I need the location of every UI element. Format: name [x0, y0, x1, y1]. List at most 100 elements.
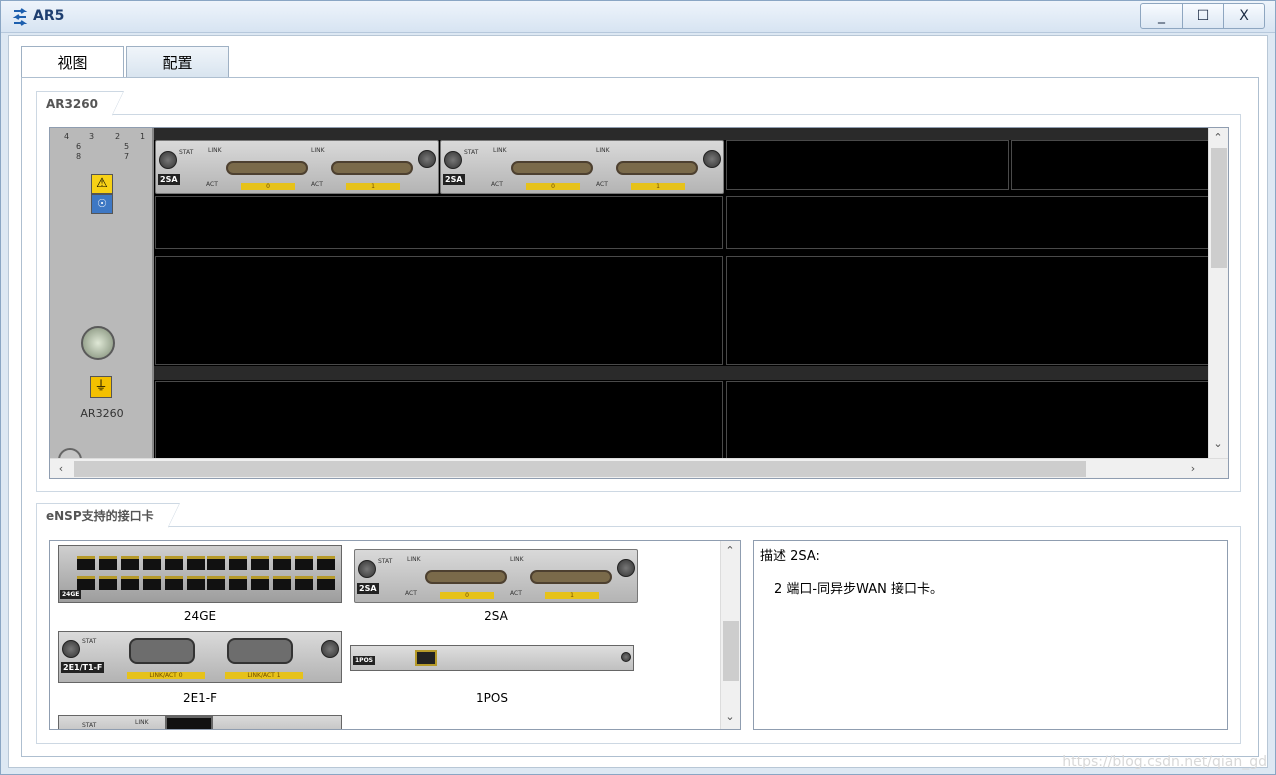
serial-port-1 — [530, 570, 612, 584]
esd-icon: ☉ — [91, 194, 113, 214]
chassis-horizontal-scrollbar[interactable]: ‹ › — [50, 458, 1228, 478]
scroll-down-icon[interactable]: ⌄ — [721, 709, 739, 725]
chassis-group-label: AR3260 — [36, 91, 124, 116]
act-label: ACT — [510, 590, 522, 597]
screw-icon — [62, 640, 80, 658]
chassis-viewport: 4 3 2 1 6 5 8 7 ⚠ ☉ ⏚ AR3260 2SA STAT LI… — [49, 127, 1229, 479]
serial-port-0[interactable] — [511, 161, 593, 175]
card-list-scrollbar[interactable]: ⌃ ⌄ — [720, 541, 740, 729]
pos-port — [415, 650, 437, 666]
window-title: AR5 — [33, 8, 65, 24]
card-tag: 2E1/T1-F — [61, 662, 105, 673]
card-tag: 2SA — [158, 174, 180, 185]
card-list: 24GE 24GE 2SA STAT LINK LINK ACT ACT 0 1… — [49, 540, 741, 730]
empty-slot[interactable] — [726, 381, 1211, 461]
empty-slot[interactable] — [155, 381, 723, 461]
port-label: LINK/ACT 0 — [127, 672, 205, 679]
empty-slot[interactable] — [155, 256, 723, 365]
screw-icon — [703, 150, 721, 168]
tab-config[interactable]: 配置 — [126, 46, 229, 78]
empty-slot[interactable] — [155, 196, 723, 249]
card-tag: 2SA — [443, 174, 465, 185]
stat-label: STAT — [464, 149, 479, 156]
stat-label: STAT — [82, 638, 97, 645]
supported-cards-group: eNSP支持的接口卡 24GE 24GE 2SA STAT LINK LINK … — [36, 503, 1241, 744]
card-description-panel: 描述 2SA: 2 端口-同异步WAN 接口卡。 — [753, 540, 1228, 730]
card-tag: 24GE — [60, 590, 82, 599]
scroll-down-icon[interactable]: ⌄ — [1209, 436, 1227, 452]
port-label: 1 — [631, 183, 685, 190]
screw-icon — [418, 150, 436, 168]
port-label: LINK/ACT 1 — [225, 672, 303, 679]
port-label: 1 — [545, 592, 599, 599]
scroll-left-icon[interactable]: ‹ — [52, 461, 70, 477]
scroll-up-icon[interactable]: ⌃ — [1209, 130, 1227, 146]
tab-strip: 视图 配置 — [21, 46, 231, 78]
config-pane: AR3260 4 3 2 1 6 5 8 7 ⚠ ☉ ⏚ AR3260 2SA … — [21, 77, 1259, 757]
scroll-right-icon[interactable]: › — [1184, 461, 1202, 477]
port-label: 1 — [346, 183, 400, 190]
watermark: https://blog.csdn.net/qian_gd — [1062, 754, 1267, 770]
screw-icon — [159, 151, 177, 169]
scroll-up-icon[interactable]: ⌃ — [721, 543, 739, 559]
port-label: 0 — [241, 183, 295, 190]
title-bar[interactable]: AR5 _ ☐ X — [1, 1, 1275, 33]
chassis-front-panel: 4 3 2 1 6 5 8 7 ⚠ ☉ ⏚ AR3260 — [50, 128, 154, 472]
card-name-2e1-f: 2E1-F — [182, 691, 218, 705]
scroll-thumb[interactable] — [1211, 148, 1227, 268]
chassis-top-rail — [154, 128, 1208, 140]
card-tag: 1POS — [353, 656, 375, 665]
chassis-mid-rail — [154, 366, 1208, 380]
stat-label: STAT — [179, 149, 194, 156]
act-label: ACT — [206, 181, 218, 188]
installed-card-2sa[interactable]: 2SA STAT LINK LINK ACT ACT 0 1 — [155, 140, 439, 194]
minimize-button[interactable]: _ — [1141, 4, 1182, 28]
e1-port-0 — [129, 638, 195, 664]
link-label: LINK — [407, 556, 421, 563]
ground-icon: ⏚ — [90, 376, 112, 398]
serial-port-0[interactable] — [226, 161, 308, 175]
scroll-thumb[interactable] — [723, 621, 739, 681]
screw-icon — [444, 151, 462, 169]
main-content: 视图 配置 AR3260 4 3 2 1 6 5 8 7 ⚠ ☉ ⏚ AR326… — [8, 35, 1268, 768]
tab-view[interactable]: 视图 — [21, 46, 124, 78]
act-label: ACT — [311, 181, 323, 188]
scroll-thumb[interactable] — [74, 461, 1086, 477]
chassis-group: AR3260 4 3 2 1 6 5 8 7 ⚠ ☉ ⏚ AR3260 2SA … — [36, 91, 1241, 492]
screw-icon — [321, 640, 339, 658]
e1-port-1 — [227, 638, 293, 664]
stat-label: STAT — [82, 722, 97, 729]
card-2e1-f[interactable]: STAT 2E1/T1-F LINK/ACT 0 LINK/ACT 1 — [58, 631, 342, 683]
card-24ge[interactable]: 24GE — [58, 545, 342, 603]
serial-port-1[interactable] — [616, 161, 698, 175]
chassis-vertical-scrollbar[interactable]: ⌃ ⌄ — [1208, 128, 1228, 458]
warning-icon: ⚠ — [91, 174, 113, 194]
stat-label: STAT — [378, 558, 393, 565]
installed-card-2sa[interactable]: 2SA STAT LINK LINK ACT ACT 0 1 — [440, 140, 724, 194]
card-partial[interactable]: STAT LINK — [58, 715, 342, 729]
act-label: ACT — [596, 181, 608, 188]
maximize-button[interactable]: ☐ — [1182, 4, 1223, 28]
empty-slot[interactable] — [726, 196, 1211, 249]
supported-cards-label: eNSP支持的接口卡 — [36, 503, 180, 528]
empty-slot[interactable] — [726, 140, 1009, 190]
act-label: ACT — [491, 181, 503, 188]
card-2sa[interactable]: 2SA STAT LINK LINK ACT ACT 0 1 — [354, 549, 638, 603]
link-label: LINK — [311, 147, 325, 154]
act-label: ACT — [405, 590, 417, 597]
screw-icon — [617, 559, 635, 577]
port-label: 0 — [440, 592, 494, 599]
card-1pos[interactable]: 1POS — [350, 645, 634, 671]
link-label: LINK — [596, 147, 610, 154]
card-tag: 2SA — [357, 583, 379, 594]
window-controls: _ ☐ X — [1140, 3, 1265, 29]
close-button[interactable]: X — [1223, 4, 1264, 28]
slot-number-grid: 4 3 2 1 6 5 8 7 — [64, 132, 146, 161]
link-label: LINK — [493, 147, 507, 154]
serial-port-1[interactable] — [331, 161, 413, 175]
port-label: 0 — [526, 183, 580, 190]
description-body: 2 端口-同异步WAN 接口卡。 — [774, 582, 943, 597]
empty-slot[interactable] — [1011, 140, 1211, 190]
card-name-1pos: 1POS — [476, 691, 508, 705]
empty-slot[interactable] — [726, 256, 1211, 365]
